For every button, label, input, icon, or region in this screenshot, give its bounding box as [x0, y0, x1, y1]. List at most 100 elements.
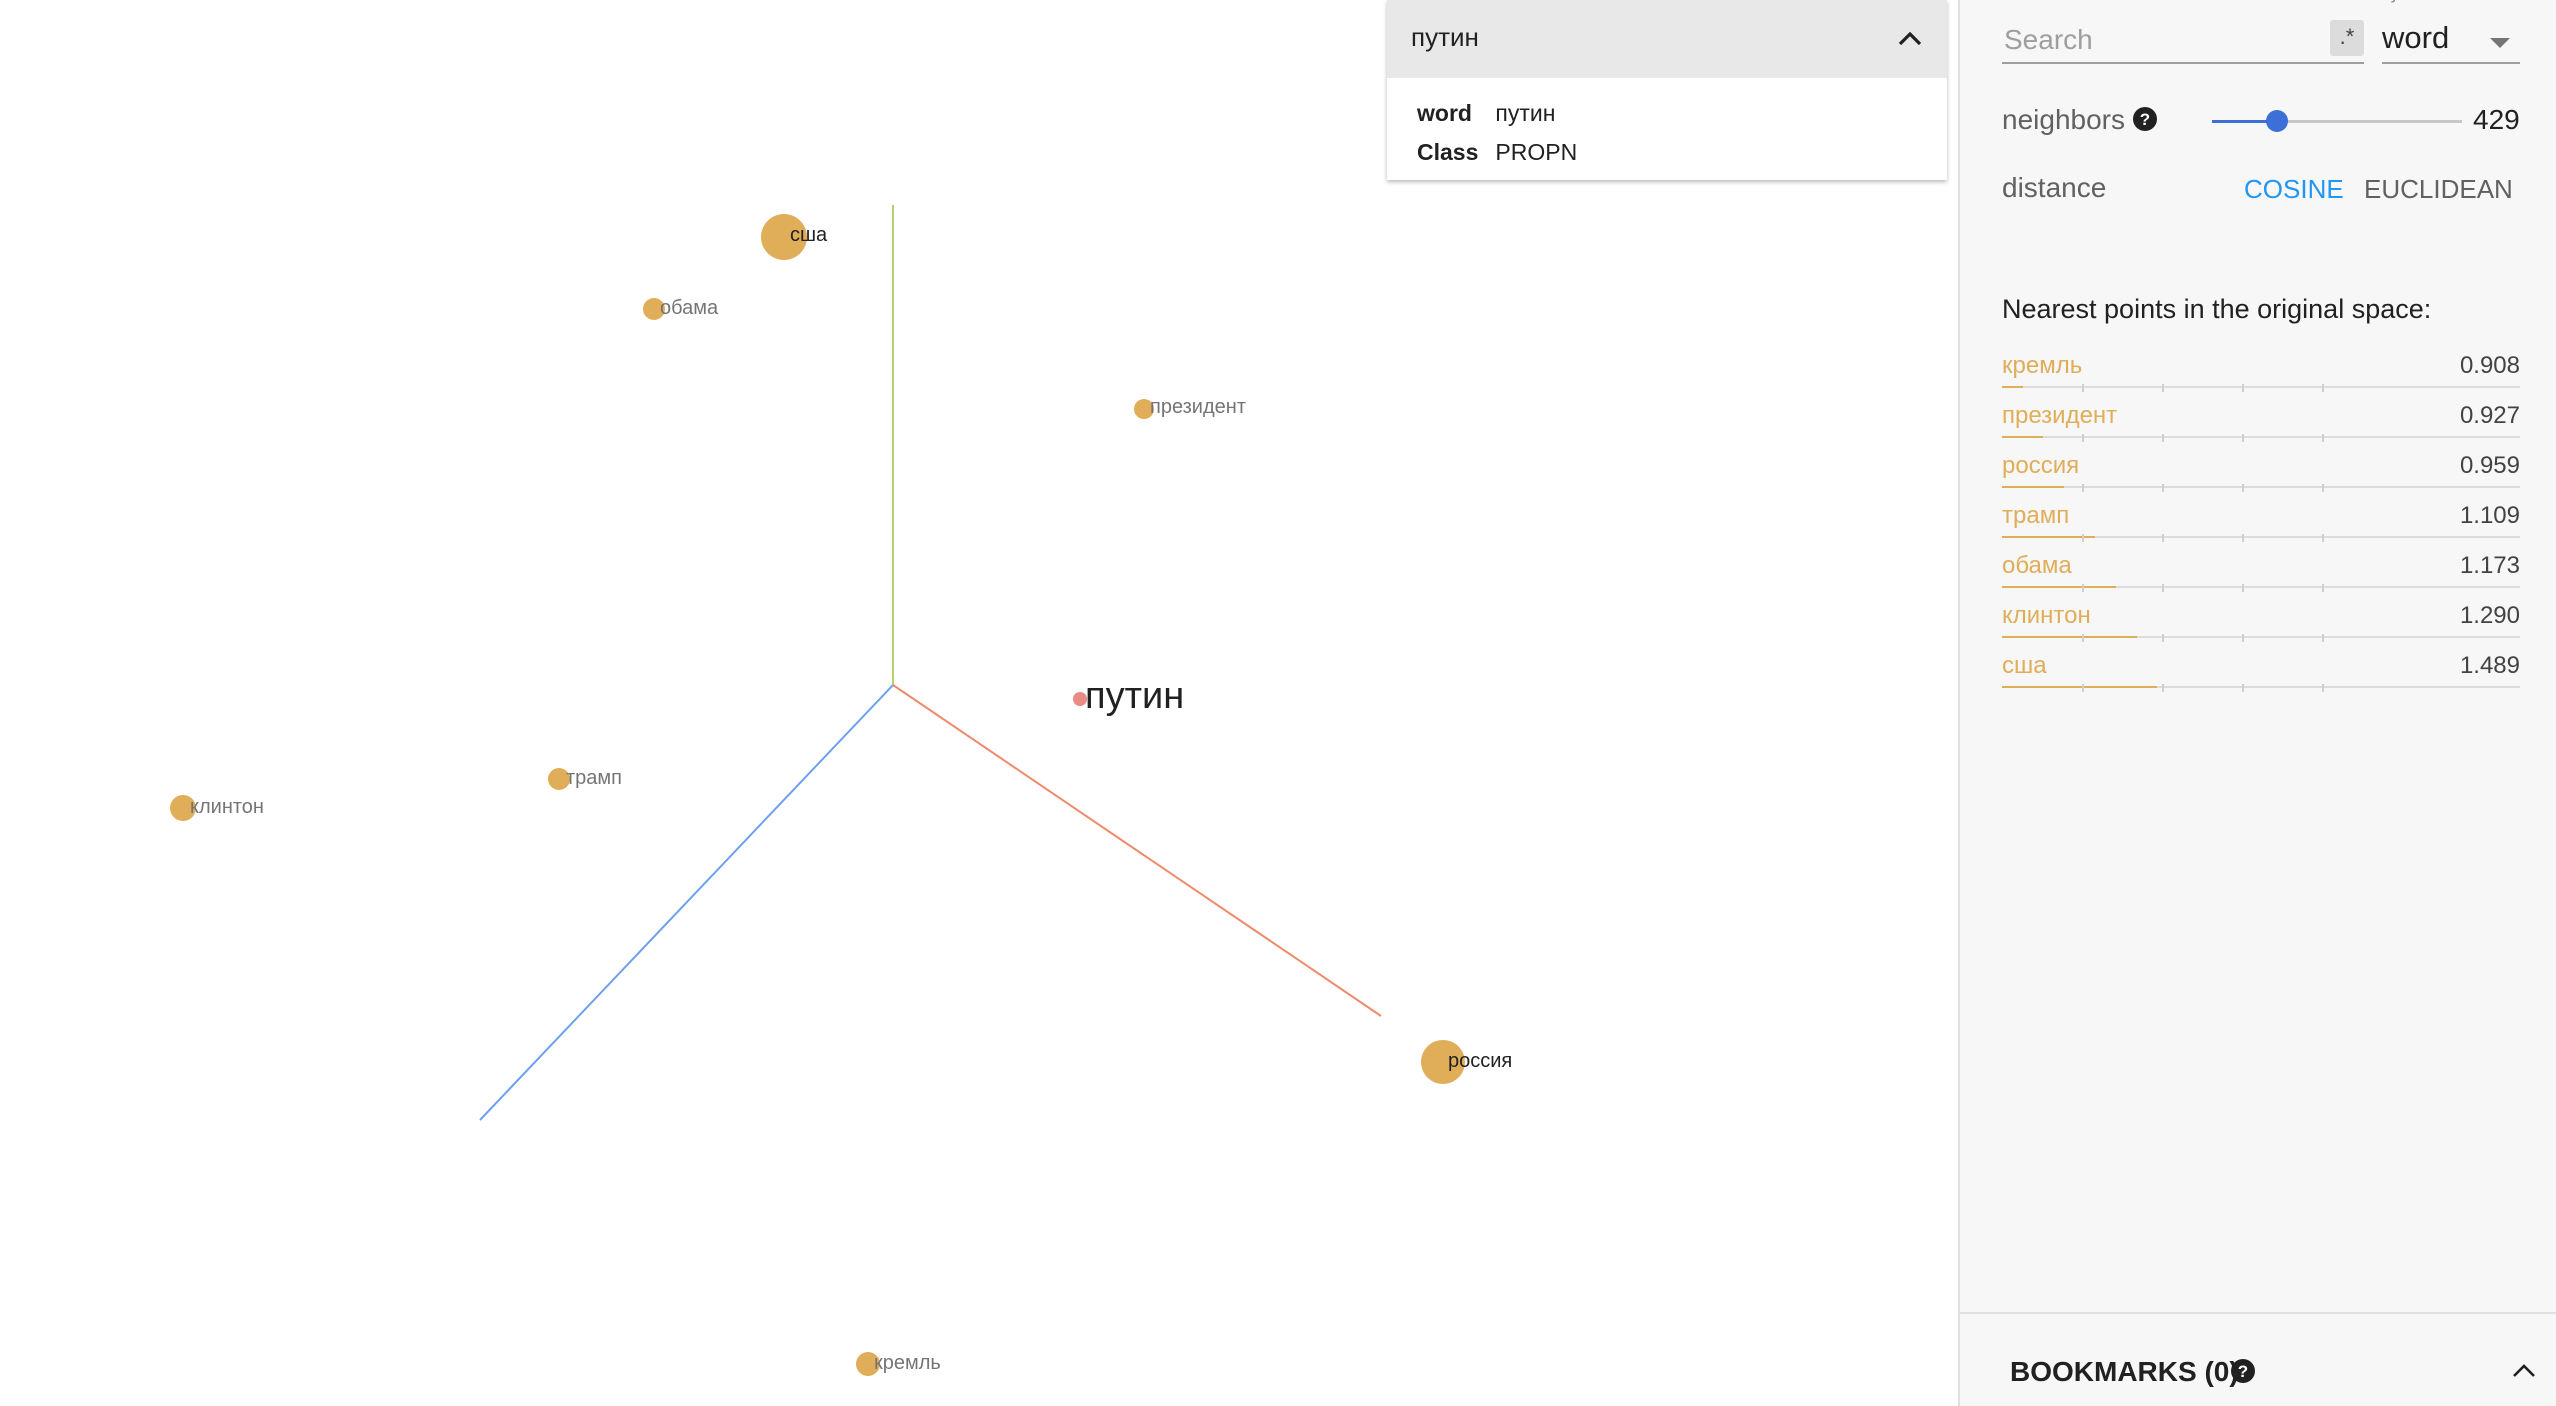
nearest-point-distance: 0.908	[2459, 352, 2520, 379]
distance-bar	[2002, 436, 2520, 438]
distance-bar-tick	[2242, 684, 2244, 692]
nearest-point-row[interactable]: обама 1.173	[2002, 548, 2520, 598]
search-box: .*	[2002, 14, 2364, 64]
nearest-point-distance: 1.290	[2459, 602, 2520, 629]
distance-bar-tick	[2322, 584, 2324, 592]
distance-bar-tick	[2322, 484, 2324, 492]
distance-bar-fill	[2002, 586, 2116, 588]
nearest-point-row[interactable]: трамп 1.109	[2002, 498, 2520, 548]
distance-bar-tick	[2242, 484, 2244, 492]
distance-bar-tick	[2322, 434, 2324, 442]
distance-bar	[2002, 486, 2520, 488]
nearest-point-distance: 0.927	[2459, 402, 2520, 429]
point-label: президент	[1150, 396, 1246, 418]
point-label: сша	[790, 224, 828, 246]
distance-bar-tick	[2242, 534, 2244, 542]
point-label: трамп	[566, 767, 622, 789]
cosine-button[interactable]: COSINE	[2244, 174, 2344, 205]
distance-bar-tick	[2082, 484, 2084, 492]
help-icon[interactable]: ?	[2132, 106, 2158, 132]
distance-bar-tick	[2322, 384, 2324, 392]
distance-bar-tick	[2322, 534, 2324, 542]
distance-bar-tick	[2082, 634, 2084, 642]
inspector-panel: by .* word neighbors ? 429 distance COSI…	[1958, 0, 2556, 1406]
point-label: клинтон	[190, 796, 264, 818]
card-header: путин	[1387, 0, 1947, 78]
nearest-point-row[interactable]: президент 0.927	[2002, 398, 2520, 448]
bookmarks-label[interactable]: BOOKMARKS (0)	[2010, 1356, 2239, 1388]
distance-bar-fill	[2002, 486, 2065, 488]
chevron-up-icon[interactable]	[2512, 1362, 2536, 1378]
distance-bar-tick	[2322, 684, 2324, 692]
neighbors-label: neighbors	[2002, 104, 2125, 135]
chevron-up-icon[interactable]	[1895, 24, 1925, 54]
nearest-point-word[interactable]: обама	[2002, 552, 2072, 580]
nearest-point-row[interactable]: россия 0.959	[2002, 448, 2520, 498]
nearest-point-row[interactable]: клинтон 1.290	[2002, 598, 2520, 648]
distance-bar-tick	[2082, 434, 2084, 442]
distance-bar-tick	[2242, 634, 2244, 642]
metadata-row-class: Class PROPN	[1417, 139, 1577, 166]
distance-bar-tick	[2082, 684, 2084, 692]
point-label: кремль	[874, 1352, 941, 1374]
nearest-point-distance: 0.959	[2459, 452, 2520, 479]
point-label: обама	[660, 297, 719, 319]
point-label: россия	[1448, 1050, 1513, 1072]
focus-point-label: путин	[1085, 675, 1185, 717]
metadata-row-word: word путин	[1417, 100, 1555, 127]
projection-canvas[interactable]: сша обама президент клинтон трамп россия…	[0, 0, 1958, 1406]
distance-label: distance	[2002, 172, 2107, 203]
distance-bar	[2002, 386, 2520, 388]
nearest-point-word[interactable]: трамп	[2002, 502, 2069, 530]
search-by-select[interactable]: word	[2382, 14, 2520, 64]
axis-z	[479, 684, 894, 1121]
distance-bar-fill	[2002, 436, 2044, 438]
metadata-value: путин	[1495, 100, 1556, 126]
nearest-point-word[interactable]: сша	[2002, 652, 2047, 680]
nearest-point-distance: 1.173	[2459, 552, 2520, 579]
search-input[interactable]	[2002, 22, 2306, 58]
nearest-points-title: Nearest points in the original space:	[2002, 294, 2432, 324]
regex-toggle-button[interactable]: .*	[2330, 20, 2364, 56]
search-by-value: word	[2382, 20, 2450, 55]
axis-x	[892, 684, 1382, 1017]
metadata-key: Class	[1417, 139, 1479, 165]
axes-and-points	[170, 205, 1465, 1376]
nearest-point-distance: 1.109	[2459, 502, 2520, 529]
help-icon[interactable]: ?	[2230, 1358, 2256, 1384]
distance-bar-tick	[2162, 484, 2164, 492]
distance-bar-tick	[2162, 434, 2164, 442]
distance-bar-tick	[2162, 534, 2164, 542]
distance-bar-tick	[2162, 634, 2164, 642]
distance-bar-tick	[2242, 384, 2244, 392]
distance-bar-fill	[2002, 686, 2158, 688]
distance-bar-tick	[2242, 434, 2244, 442]
selected-point-card: путин word путин Class PROPN	[1387, 0, 1947, 180]
slider-thumb[interactable]	[2266, 110, 2288, 132]
distance-bar-fill	[2002, 636, 2137, 638]
card-title: путин	[1411, 22, 1479, 52]
svg-text:?: ?	[2140, 110, 2150, 129]
neighbors-slider[interactable]	[2212, 110, 2462, 132]
euclidean-button[interactable]: EUCLIDEAN	[2364, 174, 2513, 205]
dropdown-arrow-icon	[2490, 38, 2510, 48]
distance-bar-tick	[2162, 384, 2164, 392]
nearest-point-word[interactable]: кремль	[2002, 352, 2082, 380]
neighbors-value: 429	[2473, 104, 2520, 135]
distance-bar-tick	[2082, 534, 2084, 542]
nearest-point-row[interactable]: сша 1.489	[2002, 648, 2520, 698]
metadata-value: PROPN	[1495, 139, 1578, 165]
distance-bar-tick	[2162, 684, 2164, 692]
nearest-point-word[interactable]: клинтон	[2002, 602, 2091, 630]
distance-bar-tick	[2082, 584, 2084, 592]
distance-bar-fill	[2002, 386, 2023, 388]
nearest-point-word[interactable]: россия	[2002, 452, 2079, 480]
nearest-point-distance: 1.489	[2459, 652, 2520, 679]
distance-bar-tick	[2242, 584, 2244, 592]
distance-bar-tick	[2162, 584, 2164, 592]
by-label: by	[2382, 0, 2399, 4]
nearest-point-word[interactable]: президент	[2002, 402, 2117, 430]
distance-bar-tick	[2322, 634, 2324, 642]
nearest-point-row[interactable]: кремль 0.908	[2002, 348, 2520, 398]
distance-bar-tick	[2082, 384, 2084, 392]
